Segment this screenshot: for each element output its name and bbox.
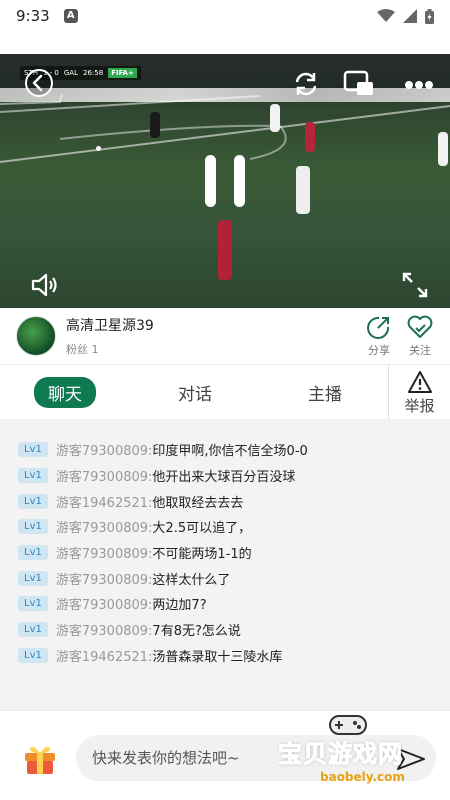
watermark-url: baobely.com <box>320 770 405 784</box>
status-indicators <box>377 8 434 24</box>
chat-text: 汤普森录取十三陵水库 <box>152 649 283 665</box>
player <box>296 166 310 214</box>
chat-message: Lv1 游客79300809: 印度甲啊,你信不信全场0-0 <box>0 437 450 463</box>
pause-icon[interactable] <box>205 155 247 207</box>
gift-icon[interactable] <box>22 741 58 775</box>
pip-icon[interactable] <box>343 70 375 98</box>
tab-label: 对话 <box>178 384 212 405</box>
level-badge: Lv1 <box>18 519 48 535</box>
player <box>218 220 232 280</box>
share-icon <box>367 316 390 339</box>
chat-message: Lv1 游客19462521: 汤普森录取十三陵水库 <box>0 643 450 669</box>
level-badge: Lv1 <box>18 622 48 638</box>
fan-count: 粉丝 1 <box>66 343 99 356</box>
report-button[interactable]: 举报 <box>388 365 450 420</box>
follow-label: 关注 <box>409 344 431 357</box>
rotate-icon[interactable] <box>291 69 321 99</box>
heart-icon <box>407 315 433 338</box>
signal-icon <box>403 9 417 23</box>
chat-list[interactable]: Lv1 游客79300809: 印度甲啊,你信不信全场0-0 Lv1 游客793008… <box>0 419 450 710</box>
streamer-info: 高清卫星源39 粉丝 1 <box>66 315 154 357</box>
streamer-name: 高清卫星源39 <box>66 318 154 334</box>
player <box>438 132 448 166</box>
chat-user[interactable]: 游客79300809: <box>56 517 153 536</box>
chat-message: Lv1 游客79300809: 他开出来大球百分百没球 <box>0 463 450 489</box>
follow-button[interactable]: 关注 <box>406 314 434 358</box>
report-label: 举报 <box>404 396 435 415</box>
chat-user[interactable]: 游客79300809: <box>56 569 153 588</box>
avatar[interactable] <box>16 316 56 356</box>
video-player[interactable]: STH 1 - 0 GAL 26:58 FIFA+ <box>0 54 450 308</box>
chat-message: Lv1 游客79300809: 大2.5可以追了， <box>0 514 450 540</box>
tab-bar: 聊天 对话 主播 举报 <box>0 364 450 420</box>
chat-user[interactable]: 游客79300809: <box>56 543 153 562</box>
chat-user[interactable]: 游客79300809: <box>56 594 153 613</box>
chat-message: Lv1 游客19462521: 他取取经去去去 <box>0 488 450 514</box>
level-badge: Lv1 <box>18 545 48 561</box>
site-watermark: 宝贝游戏网 baobely.com <box>270 712 450 797</box>
player <box>305 122 315 152</box>
level-badge: Lv1 <box>18 468 48 484</box>
status-time: 9:33 <box>16 7 50 25</box>
tab-chat[interactable]: 聊天 <box>0 376 130 408</box>
match-clock: 26:58 <box>83 69 104 77</box>
level-badge: Lv1 <box>18 596 48 612</box>
chat-text: 这样太什么了 <box>152 572 231 588</box>
chat-user[interactable]: 游客19462521: <box>56 646 153 665</box>
warning-icon <box>407 370 432 393</box>
status-bar: 9:33 A <box>0 0 450 32</box>
chat-text: 两边加7? <box>152 598 207 614</box>
chat-message: Lv1 游客79300809: 这样太什么了 <box>0 565 450 591</box>
watermark-title: 宝贝游戏网 <box>278 740 403 769</box>
battery-icon <box>425 8 434 24</box>
chat-user[interactable]: 游客79300809: <box>56 440 153 459</box>
chat-text: 大2.5可以追了， <box>152 521 252 537</box>
player <box>150 112 160 138</box>
wifi-icon <box>377 9 395 22</box>
chat-text: 7有8无?怎么说 <box>152 624 241 640</box>
chat-text: 他取取经去去去 <box>152 495 244 511</box>
chat-user[interactable]: 游客79300809: <box>56 466 153 485</box>
fifa-badge: FIFA+ <box>108 68 137 78</box>
chat-user[interactable]: 游客79300809: <box>56 620 153 639</box>
chat-message: Lv1 游客79300809: 7有8无?怎么说 <box>0 617 450 643</box>
level-badge: Lv1 <box>18 570 48 586</box>
tab-dialog[interactable]: 对话 <box>130 380 260 405</box>
level-badge: Lv1 <box>18 493 48 509</box>
gamepad-icon <box>329 715 367 735</box>
ball <box>96 146 101 151</box>
player <box>270 104 280 132</box>
chat-message: Lv1 游客79300809: 两边加7? <box>0 591 450 617</box>
fullscreen-icon[interactable] <box>401 271 429 299</box>
tab-host[interactable]: 主播 <box>260 380 390 405</box>
level-badge: Lv1 <box>18 442 48 458</box>
share-button[interactable]: 分享 <box>366 314 392 358</box>
share-label: 分享 <box>368 344 390 357</box>
tab-label: 聊天 <box>34 376 96 408</box>
streamer-actions: 分享 关注 <box>366 314 434 358</box>
level-badge: Lv1 <box>18 647 48 663</box>
back-icon[interactable] <box>24 68 54 98</box>
streamer-bar: 高清卫星源39 粉丝 1 分享 关注 <box>0 308 450 364</box>
away-team: GAL <box>63 69 78 77</box>
chat-message: Lv1 游客79300809: 不可能两场1-1的 <box>0 540 450 566</box>
chat-text: 不可能两场1-1的 <box>152 547 252 563</box>
volume-icon[interactable] <box>30 272 60 298</box>
chat-text: 他开出来大球百分百没球 <box>152 470 296 486</box>
tab-label: 主播 <box>308 384 342 405</box>
chat-user[interactable]: 游客19462521: <box>56 492 153 511</box>
chat-text: 印度甲啊,你信不信全场0-0 <box>152 444 308 460</box>
notification-icon: A <box>63 9 78 23</box>
more-icon[interactable] <box>404 80 434 90</box>
